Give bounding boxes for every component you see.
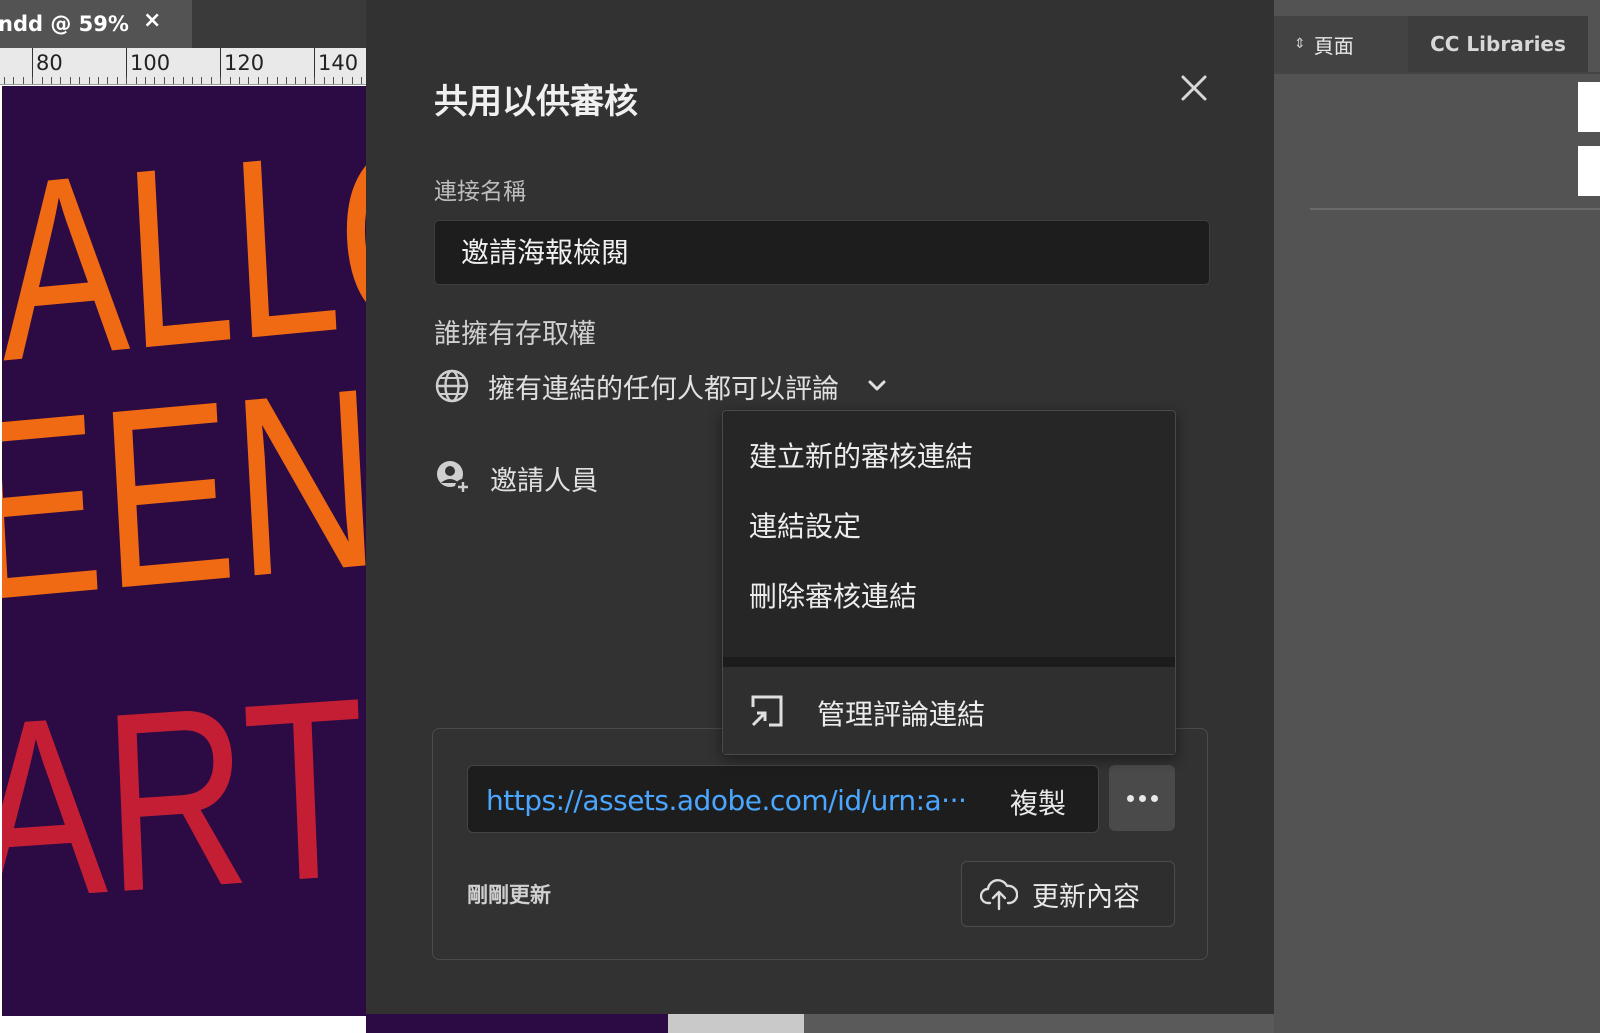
update-content-button[interactable]: 更新內容 [961,861,1175,927]
artboard[interactable]: ALLO EEN ARTY [2,86,366,1016]
ruler-minor-tick [13,77,14,84]
ruler-minor-tick [220,77,221,84]
ruler-minor-tick [98,77,99,84]
ruler-minor-tick [145,77,146,84]
link-options-menu: 建立新的審核連結 連結設定 刪除審核連結 管理評論連結 [722,410,1176,755]
ruler-minor-tick [258,77,259,84]
panel-tab-divider [1274,72,1600,74]
chevron-down-icon [868,380,886,391]
ruler-minor-tick [201,77,202,84]
ruler-label: 120 [224,51,265,75]
link-name-input[interactable]: 邀請海報檢閱 [434,220,1210,285]
ruler-minor-tick [89,77,90,84]
ruler-minor-tick [51,77,52,84]
cloud-upload-icon [980,879,1018,911]
ruler-minor-tick [70,77,71,84]
ruler-minor-tick [314,77,315,84]
ruler-minor-tick [42,77,43,84]
ruler-minor-tick [248,77,249,84]
ruler-minor-tick [136,77,137,84]
bottom-scrollbar-area [366,1014,1274,1033]
panel-divider [1310,208,1600,210]
ruler-minor-tick [352,77,353,84]
more-dot [1150,794,1158,802]
tab-cc-libraries-label: CC Libraries [1430,32,1566,56]
ruler-minor-tick [4,77,5,84]
ruler-minor-tick [173,77,174,84]
ruler-minor-tick [23,77,24,84]
manage-review-links-label: 管理評論連結 [817,698,986,731]
invite-people-label: 邀請人員 [490,465,598,497]
ruler-minor-tick [164,77,165,84]
close-tab-icon[interactable]: × [143,8,161,33]
ruler-minor-tick [286,77,287,84]
access-label: 誰擁有存取權 [434,319,596,350]
right-panel: ⇕ 頁面 CC Libraries [1274,0,1600,1033]
artboard-edge [366,1014,668,1033]
open-external-icon [751,695,783,727]
ruler-label: 80 [36,51,63,75]
ruler-minor-tick [107,77,108,84]
globe-icon [435,369,469,403]
tab-strip [192,0,366,48]
document-tab-title: ndd @ 59% [0,12,129,36]
more-dot [1138,794,1146,802]
review-link-url[interactable]: https://assets.adobe.com/id/urn:a··· [486,784,967,817]
artwork-line-2: EEN [2,334,366,656]
menu-item-create-review-link[interactable]: 建立新的審核連結 [749,435,973,475]
ruler-minor-tick [230,77,231,84]
update-status: 剛剛更新 [467,883,551,907]
menu-divider [723,657,1175,667]
close-icon-glyph [1181,75,1207,101]
tab-pages-label: 頁面 [1313,33,1354,58]
ruler-minor-tick [295,77,296,84]
scroll-track [804,1014,1274,1033]
menu-item-delete-review-link[interactable]: 刪除審核連結 [749,575,917,615]
add-person-icon [437,461,471,495]
ruler-minor-tick [117,77,118,84]
ruler-minor-tick [267,77,268,84]
ruler-minor-tick [324,77,325,84]
link-name-label: 連接名稱 [434,179,526,205]
menu-item-manage-review-links[interactable]: 管理評論連結 [723,667,1175,754]
ruler-minor-tick [154,77,155,84]
more-dot [1126,794,1134,802]
ruler-minor-tick [126,77,127,84]
ruler-minor-tick [211,77,212,84]
invite-people-button[interactable]: 邀請人員 [434,456,598,500]
access-value: 擁有連結的任何人都可以評論 [488,373,839,405]
artwork-line-3: ARTY [2,635,366,956]
ruler-minor-tick [239,77,240,84]
scroll-thumb[interactable] [668,1014,804,1033]
sort-arrows-icon: ⇕ [1294,36,1306,52]
ruler-label: 140 [318,51,359,75]
more-options-button[interactable] [1109,765,1175,831]
document-tab[interactable]: ndd @ 59% × [0,0,192,48]
ruler-minor-tick [32,77,33,84]
ruler-minor-tick [342,77,343,84]
tab-pages[interactable]: ⇕ 頁面 [1274,16,1408,72]
tab-cc-libraries[interactable]: CC Libraries [1408,16,1588,72]
dialog-title: 共用以供審核 [434,82,638,122]
copy-link-button[interactable]: 複製 [1010,782,1066,822]
update-content-label: 更新內容 [1032,881,1140,913]
page-thumbnail[interactable] [1578,82,1600,132]
ruler-minor-tick [60,77,61,84]
ruler-minor-tick [361,77,362,84]
ruler-minor-tick [183,77,184,84]
review-link-panel: https://assets.adobe.com/id/urn:a··· 複製 … [432,728,1208,960]
page-thumbnail[interactable] [1578,146,1600,196]
access-dropdown[interactable]: 擁有連結的任何人都可以評論 [434,366,887,406]
ruler-minor-tick [277,77,278,84]
ruler-minor-tick [79,77,80,84]
menu-item-link-settings[interactable]: 連結設定 [749,505,861,545]
horizontal-ruler: 80 100 120 140 [0,48,366,85]
review-link-field[interactable]: https://assets.adobe.com/id/urn:a··· 複製 [467,765,1099,833]
close-icon[interactable] [1174,70,1214,110]
ruler-minor-tick [305,77,306,84]
ruler-label: 100 [130,51,171,75]
ruler-minor-tick [192,77,193,84]
ruler-minor-tick [333,77,334,84]
